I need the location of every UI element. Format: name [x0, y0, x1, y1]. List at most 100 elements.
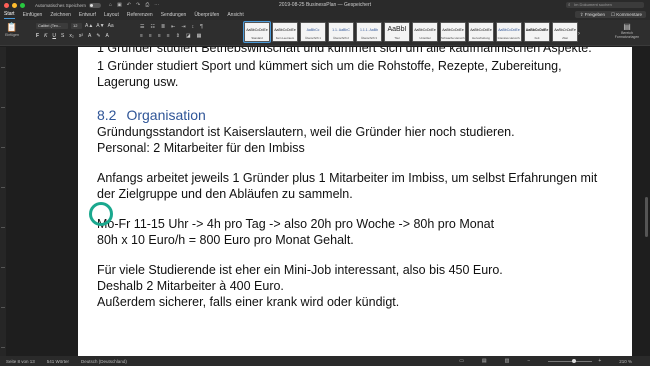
- paragraph-line: 80h x 10 Euro/h = 800 Euro pro Monat Geh…: [97, 233, 354, 247]
- style-sample: AaBbCcDdEe: [525, 28, 549, 32]
- style-no-spacing[interactable]: AaBbCcDdEe Kein Leerraum: [272, 22, 298, 42]
- zoom-in-icon[interactable]: +: [598, 358, 601, 364]
- format-controls: F K U S x₂ x² A ✎ A: [36, 33, 109, 39]
- tab-ansicht[interactable]: Ansicht: [227, 12, 243, 19]
- change-case-icon[interactable]: Aa: [108, 23, 114, 29]
- tab-einfuegen[interactable]: Einfügen: [23, 12, 43, 19]
- tab-start[interactable]: Start: [4, 11, 15, 19]
- sort-icon[interactable]: ↕: [192, 24, 195, 30]
- ruler-mark: [1, 147, 5, 148]
- borders-icon[interactable]: ▦: [197, 33, 202, 39]
- style-standard[interactable]: AaBbCcDdEe Standard: [243, 21, 271, 43]
- tab-sendungen[interactable]: Sendungen: [161, 12, 187, 19]
- pilcrow-icon[interactable]: ¶: [200, 24, 203, 30]
- tab-layout[interactable]: Layout: [104, 12, 119, 19]
- scrollbar-thumb[interactable]: [645, 197, 648, 237]
- search-placeholder: Im Dokument suchen: [574, 2, 612, 7]
- style-quote[interactable]: AaBbCcDdEe Zitat: [552, 22, 578, 42]
- zoom-slider-knob[interactable]: [572, 358, 577, 363]
- align-center-icon[interactable]: ≡: [149, 33, 152, 39]
- alignment-controls: ≡ ≡ ≡ ≡ ⇕ ◪ ▦: [140, 33, 201, 39]
- paragraph-line: Deshalb 2 Mitarbeiter à 400 Euro.: [97, 279, 284, 293]
- paragraph-line: Außerdem sicherer, falls einer krank wir…: [97, 295, 400, 309]
- home-icon[interactable]: ⌂: [109, 2, 112, 8]
- paste-button[interactable]: 📋 Einfügen: [4, 22, 20, 37]
- shrink-font-icon[interactable]: A▼: [96, 23, 104, 29]
- style-name: Hervorhebung: [472, 36, 490, 40]
- text-effects-icon[interactable]: A: [88, 33, 91, 39]
- page-count[interactable]: Seite 8 von 13: [6, 359, 35, 364]
- styles-pane-button[interactable]: ▤ Bereich Formatvorlagen: [610, 22, 644, 39]
- underline-icon[interactable]: U: [52, 33, 56, 39]
- font-size-select[interactable]: 12: [71, 23, 82, 29]
- quick-access-toolbar: ⌂ ▣ ↶ ↷ ⎙ ⋯: [109, 2, 159, 8]
- increase-indent-icon[interactable]: ⇥: [181, 24, 185, 30]
- ruler-mark: [1, 67, 5, 68]
- autosave-toggle[interactable]: [89, 2, 102, 8]
- print-layout-icon[interactable]: ▤: [482, 358, 487, 364]
- bold-icon[interactable]: F: [36, 33, 39, 39]
- style-heading-1[interactable]: AaBbCc Überschrift 1: [300, 22, 326, 42]
- share-label: Freigeben: [584, 12, 605, 17]
- save-icon[interactable]: ▣: [117, 2, 122, 8]
- style-title[interactable]: AaBbI Titel: [384, 22, 410, 42]
- redo-icon[interactable]: ↷: [136, 2, 140, 8]
- numbering-icon[interactable]: ☷: [150, 24, 154, 30]
- align-right-icon[interactable]: ≡: [158, 33, 161, 39]
- style-subtle-emphasis[interactable]: AaBbCcDdEe Schwache Hervorh.: [440, 22, 466, 42]
- style-intense-emphasis[interactable]: AaBbCcDdEe Intensive Hervorh.: [496, 22, 522, 42]
- style-strong[interactable]: AaBbCcDdEe Fett: [524, 22, 550, 42]
- highlight-icon[interactable]: ✎: [96, 33, 100, 39]
- styles-expand-button[interactable]: ›: [578, 22, 586, 42]
- justify-icon[interactable]: ≡: [167, 33, 170, 39]
- line-spacing-icon[interactable]: ⇕: [176, 33, 180, 39]
- ruler-mark: [1, 267, 5, 268]
- print-icon[interactable]: ⎙: [145, 2, 149, 8]
- view-controls: ▭ ▤ ▥ − + 210 %: [459, 356, 644, 366]
- search-input[interactable]: ⌕ Im Dokument suchen: [566, 2, 644, 8]
- vertical-scrollbar[interactable]: [644, 47, 650, 356]
- zoom-slider[interactable]: [548, 358, 593, 363]
- search-icon: ⌕: [568, 2, 571, 7]
- align-left-icon[interactable]: ≡: [140, 33, 143, 39]
- style-emphasis[interactable]: AaBbCcDdEe Hervorhebung: [468, 22, 494, 42]
- comments-button[interactable]: ☐ Kommentare: [606, 11, 646, 18]
- comments-label: Kommentare: [616, 12, 642, 17]
- close-window-button[interactable]: [4, 2, 9, 8]
- zoom-out-icon[interactable]: −: [527, 358, 530, 364]
- heading-text: Organisation: [126, 107, 206, 123]
- superscript-icon[interactable]: x²: [79, 33, 83, 39]
- minimize-window-button[interactable]: [12, 2, 17, 8]
- subscript-icon[interactable]: x₂: [69, 33, 73, 39]
- font-name-select[interactable]: Calibri (Tex...: [36, 23, 68, 29]
- paragraph-line: 1 Gründer studiert Sport und kümmert sic…: [97, 59, 562, 73]
- style-subtitle[interactable]: AaBbCcDdEe Untertitel: [412, 22, 438, 42]
- more-icon[interactable]: ⋯: [154, 2, 159, 8]
- word-count[interactable]: 541 Wörter: [47, 359, 69, 364]
- style-heading-2[interactable]: 1.1. AaBbC Überschrift 2: [328, 22, 354, 42]
- maximize-window-button[interactable]: [20, 2, 25, 8]
- font-controls: Calibri (Tex... 12 A▲ A▼ Aa: [36, 23, 114, 29]
- decrease-indent-icon[interactable]: ⇤: [171, 24, 175, 30]
- share-button[interactable]: ⇪ Freigeben: [574, 11, 610, 18]
- multilevel-list-icon[interactable]: ≣: [161, 24, 165, 30]
- paragraph-line: Anfangs arbeitet jeweils 1 Gründer plus …: [97, 171, 598, 185]
- strikethrough-icon[interactable]: S: [61, 33, 64, 39]
- italic-icon[interactable]: K: [44, 33, 47, 39]
- language-indicator[interactable]: Deutsch (Deutschland): [81, 359, 127, 364]
- bullets-icon[interactable]: ☰: [140, 24, 144, 30]
- style-name: Zitat: [562, 36, 568, 40]
- web-layout-icon[interactable]: ▥: [505, 358, 510, 364]
- style-heading-3[interactable]: 1.1.1. AaBb Überschrift 3: [356, 22, 382, 42]
- undo-icon[interactable]: ↶: [127, 2, 131, 8]
- zoom-level[interactable]: 210 %: [619, 359, 632, 364]
- shading-icon[interactable]: ◪: [186, 33, 191, 39]
- focus-view-icon[interactable]: ▭: [459, 358, 464, 364]
- tab-zeichnen[interactable]: Zeichnen: [50, 12, 71, 19]
- tab-ueberpruefen[interactable]: Überprüfen: [194, 12, 219, 19]
- grow-font-icon[interactable]: A▲: [85, 23, 93, 29]
- tab-entwurf[interactable]: Entwurf: [79, 12, 96, 19]
- document-page[interactable]: 1 Gründer studiert Betriebswirtschaft un…: [78, 47, 632, 356]
- tab-referenzen[interactable]: Referenzen: [127, 12, 153, 19]
- font-color-icon[interactable]: A: [106, 33, 109, 39]
